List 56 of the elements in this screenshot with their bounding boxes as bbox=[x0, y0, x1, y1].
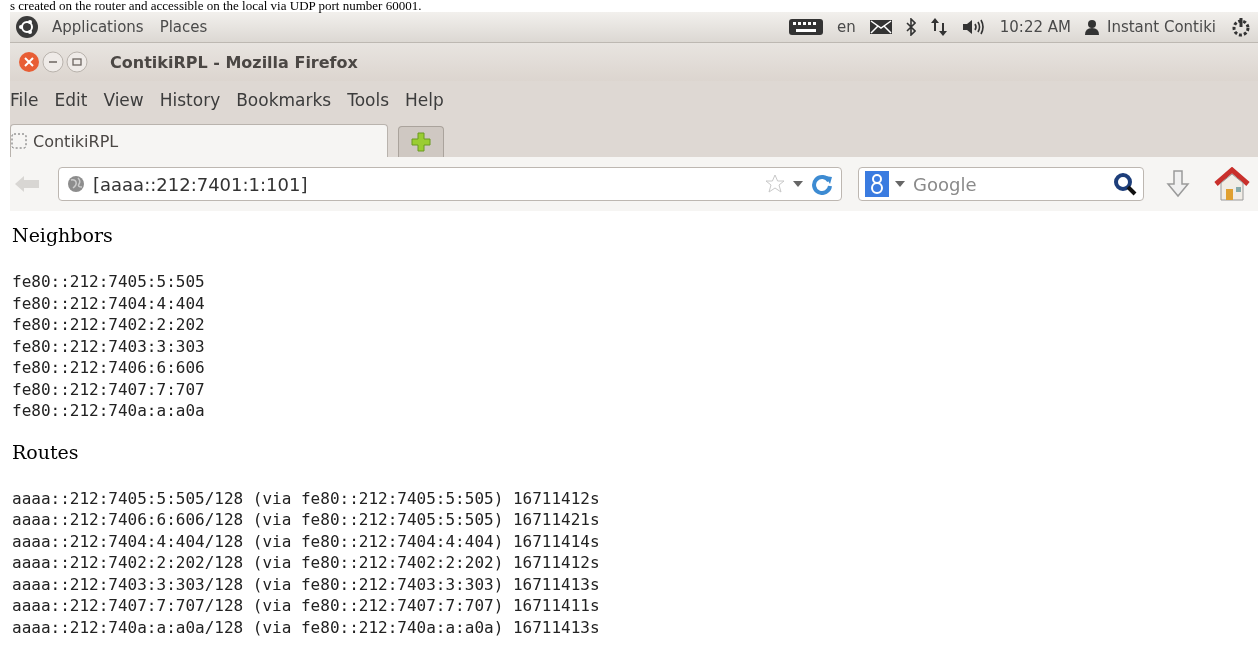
bluetooth-icon[interactable] bbox=[905, 18, 916, 36]
keyboard-icon[interactable] bbox=[789, 19, 823, 35]
menu-item[interactable]: Bookmarks bbox=[236, 90, 332, 110]
address-bar[interactable]: [aaaa::212:7401:1:101] bbox=[58, 167, 842, 201]
menu-item[interactable]: View bbox=[103, 90, 144, 110]
menu-item[interactable]: Edit bbox=[54, 90, 88, 110]
globe-icon bbox=[67, 175, 85, 193]
section-heading: Neighbors bbox=[12, 223, 114, 247]
minimize-icon[interactable] bbox=[42, 51, 64, 73]
ubuntu-logo-icon[interactable] bbox=[16, 16, 38, 38]
menu-item[interactable]: Tools bbox=[347, 90, 390, 110]
home-icon[interactable] bbox=[1214, 167, 1250, 201]
search-input[interactable]: Google bbox=[911, 172, 1107, 196]
browser-tab[interactable]: ContikiRPL bbox=[10, 124, 388, 157]
star-icon[interactable] bbox=[765, 174, 785, 194]
search-icon[interactable] bbox=[1113, 172, 1137, 196]
search-bar[interactable]: Google bbox=[858, 167, 1144, 201]
address-line: fe80::212:740a:a:a0a bbox=[12, 400, 206, 422]
close-icon[interactable] bbox=[18, 51, 40, 73]
address-line: aaaa::212:7406:6:606/128 (via fe80::212:7405:5:505) 16711421s bbox=[12, 509, 601, 531]
plus-icon bbox=[411, 132, 431, 152]
speaker-icon[interactable] bbox=[961, 18, 986, 36]
person-icon[interactable] bbox=[1084, 19, 1099, 35]
address-line: aaaa::212:7404:4:404/128 (via fe80::212:7404:4:404) 16711414s bbox=[12, 530, 601, 552]
dropdown-caret-icon[interactable] bbox=[895, 181, 905, 187]
reload-icon[interactable] bbox=[811, 173, 833, 195]
address-line: aaaa::212:7402:2:202/128 (via fe80::212:7402:2:202) 16711412s bbox=[12, 552, 601, 574]
address-line: aaaa::212:7405:5:505/128 (via fe80::212:7405:5:505) 16711412s bbox=[12, 487, 601, 509]
clock[interactable]: 10:22 AM bbox=[999, 18, 1071, 36]
address-line: fe80::212:7406:6:606 bbox=[12, 357, 206, 379]
power-gear-icon[interactable] bbox=[1230, 16, 1252, 38]
address-line: aaaa::212:7407:7:707/128 (via fe80::212:7407:7:707) 16711411s bbox=[12, 595, 601, 617]
address-line: fe80::212:7402:2:202 bbox=[12, 314, 206, 336]
section-heading: Routes bbox=[12, 439, 80, 464]
address-line: fe80::212:7405:5:505 bbox=[12, 271, 206, 293]
download-arrow-icon[interactable] bbox=[1166, 170, 1190, 198]
address-line: aaaa::212:7403:3:303/128 (via fe80::212:7403:3:303) 16711413s bbox=[12, 573, 601, 595]
menu-item[interactable]: Help bbox=[405, 90, 444, 110]
dropdown-caret-icon[interactable] bbox=[793, 181, 803, 187]
envelope-icon[interactable] bbox=[869, 20, 892, 34]
window-title: ContikiRPL - Mozilla Firefox bbox=[110, 52, 358, 72]
blank-page-icon bbox=[11, 133, 27, 149]
panel-menu[interactable]: Applications bbox=[52, 18, 144, 36]
address-line: fe80::212:7403:3:303 bbox=[12, 335, 206, 357]
keyboard-layout[interactable]: en bbox=[837, 18, 856, 36]
address-line: fe80::212:7404:4:404 bbox=[12, 292, 206, 314]
address-line: aaaa::212:740a:a:a0a/128 (via fe80::212:740a:a:a0a) 16711413s bbox=[12, 616, 601, 638]
document-text: s created on the router and accessible on the local via UDP port number 60001. bbox=[9, 0, 423, 12]
menu-item[interactable]: File bbox=[10, 90, 39, 110]
menu-item[interactable]: History bbox=[159, 90, 221, 110]
network-arrows-icon[interactable] bbox=[929, 17, 948, 37]
user-name[interactable]: Instant Contiki bbox=[1106, 18, 1216, 36]
search-engine-logo-icon[interactable] bbox=[865, 171, 889, 197]
maximize-icon[interactable] bbox=[66, 51, 88, 73]
panel-menu[interactable]: Places bbox=[159, 18, 208, 36]
address-line: fe80::212:7407:7:707 bbox=[12, 378, 206, 400]
